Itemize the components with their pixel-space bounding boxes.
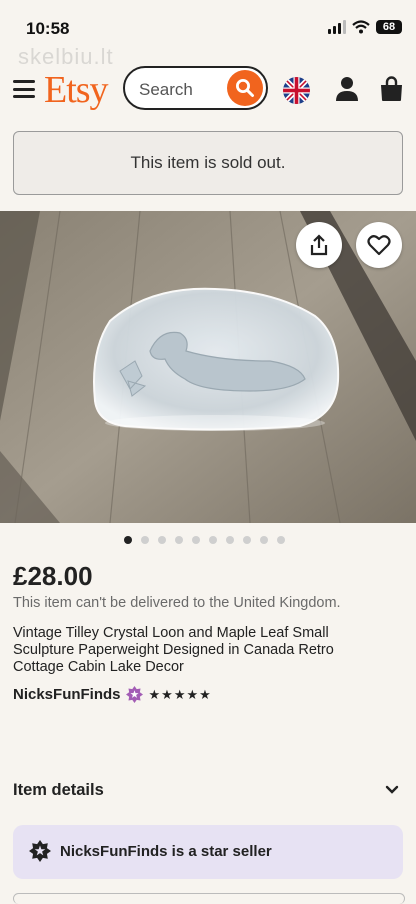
share-button[interactable] [296, 222, 342, 268]
battery-indicator: 68 [376, 20, 402, 34]
search-button[interactable] [227, 70, 263, 106]
search-placeholder: Search [139, 80, 193, 99]
carousel-dot[interactable] [243, 536, 251, 544]
status-icons: 68 [328, 20, 402, 34]
shopping-bag-icon[interactable] [379, 76, 404, 102]
listing-title: Vintage Tilley Crystal Loon and Maple Le… [13, 625, 334, 675]
shop-row: NicksFunFinds ★★★★★ [13, 686, 212, 703]
status-bar: 10:58 68 [0, 0, 416, 50]
account-icon[interactable] [335, 76, 359, 102]
next-section-card [13, 893, 405, 904]
star-seller-badge-icon [125, 686, 143, 703]
search-icon [236, 79, 254, 97]
carousel-dot[interactable] [141, 536, 149, 544]
star-seller-text: NicksFunFinds is a star seller [60, 843, 272, 860]
uk-flag-icon[interactable] [283, 77, 310, 104]
signal-icon [328, 20, 346, 34]
star-seller-icon [29, 840, 51, 862]
product-image[interactable] [0, 211, 416, 523]
star-seller-banner: NicksFunFinds is a star seller [13, 825, 403, 879]
carousel-dot[interactable] [226, 536, 234, 544]
carousel-dot[interactable] [209, 536, 217, 544]
favorite-button[interactable] [356, 222, 402, 268]
item-details-label: Item details [13, 781, 104, 799]
carousel-dot[interactable] [175, 536, 183, 544]
chevron-down-icon [385, 785, 399, 794]
carousel-dot[interactable] [192, 536, 200, 544]
product-photo-illustration [0, 211, 416, 523]
menu-icon[interactable] [13, 80, 35, 98]
top-nav: Etsy Search [0, 58, 416, 120]
listing-price: £28.00 [13, 561, 93, 591]
carousel-dot[interactable] [124, 536, 132, 544]
carousel-dot[interactable] [158, 536, 166, 544]
rating-stars[interactable]: ★★★★★ [149, 687, 212, 703]
delivery-note: This item can't be delivered to the Unit… [13, 595, 341, 611]
etsy-logo[interactable]: Etsy [44, 68, 109, 112]
shop-name-link[interactable]: NicksFunFinds [13, 686, 121, 703]
search-input[interactable]: Search [123, 66, 268, 110]
sold-out-banner: This item is sold out. [13, 131, 403, 195]
item-details-toggle[interactable]: Item details [13, 781, 403, 803]
status-time: 10:58 [26, 19, 70, 38]
wifi-icon [352, 20, 370, 34]
carousel-dot[interactable] [260, 536, 268, 544]
share-icon [310, 234, 328, 256]
carousel-dot[interactable] [277, 536, 285, 544]
heart-icon [367, 235, 391, 256]
carousel-dots[interactable] [124, 536, 285, 544]
